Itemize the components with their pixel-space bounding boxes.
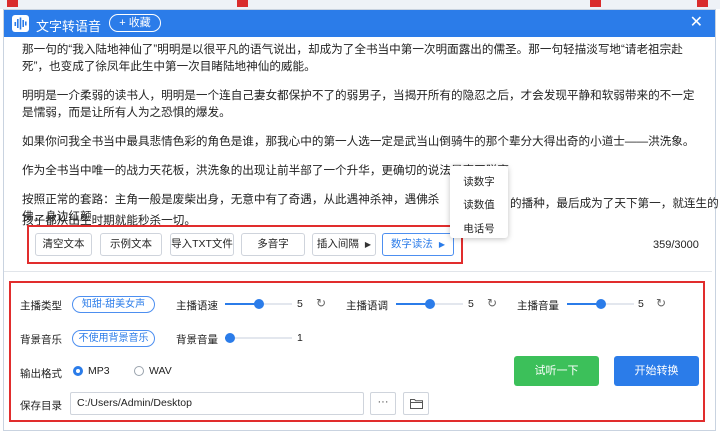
open-folder-button[interactable] (403, 392, 429, 415)
article-paragraph: 作为全书当中唯一的战力天花板，洪洗象的出现让前半部了一个升华，更确切的说法是真正… (22, 164, 509, 177)
article-paragraph-tail-right: 的播种，最后成为了天下第一，就连生的 (510, 197, 719, 210)
anchor-type-label: 主播类型 (20, 300, 62, 312)
menu-item-read-value[interactable]: 读数值 (450, 197, 508, 212)
listen-button[interactable]: 试听一下 (514, 356, 599, 386)
save-dir-input[interactable]: C:/Users/Admin/Desktop (70, 392, 364, 415)
more-icon: ··· (377, 396, 389, 408)
speed-value: 5 (297, 298, 303, 310)
number-reading-button[interactable]: 数字读法 ▶ (382, 233, 454, 256)
polyphone-button[interactable]: 多音字 (241, 233, 305, 256)
divider (4, 271, 712, 272)
bgm-volume-slider[interactable] (225, 331, 292, 345)
insert-pause-button[interactable]: 插入间隔 ▶ (312, 233, 376, 256)
volume-slider[interactable] (567, 297, 634, 311)
bgm-chip[interactable]: 不使用背景音乐 (72, 330, 155, 347)
background-icon (7, 0, 18, 7)
background-page-strip (0, 0, 720, 9)
article-paragraph: 明明是一介柔弱的读书人，明明是一个连自己妻女都保护不了的弱男子，当揭开所有的隐忍… (22, 89, 695, 119)
article-paragraph: 如果你问我全书当中最具悲情色彩的角色是谁，那我心中的第一人选一定是武当山倒骑牛的… (22, 135, 695, 148)
format-label: 输出格式 (20, 368, 62, 380)
speed-label: 主播语速 (176, 300, 218, 312)
volume-value: 5 (638, 298, 644, 310)
background-icon (590, 0, 601, 7)
triangle-right-icon: ▶ (438, 240, 446, 249)
favorite-button[interactable]: + 收藏 (109, 14, 161, 32)
audio-wave-icon (12, 15, 29, 32)
anchor-type-chip[interactable]: 知甜-甜美女声 (72, 296, 155, 313)
mp3-radio[interactable] (73, 366, 83, 376)
number-reading-label: 数字读法 (390, 238, 433, 250)
wav-radio[interactable] (134, 366, 144, 376)
volume-label: 主播音量 (517, 300, 559, 312)
browse-button[interactable]: ··· (370, 392, 396, 415)
folder-icon (410, 399, 423, 409)
background-icon (697, 0, 708, 7)
bgm-volume-label: 背景音量 (176, 334, 218, 346)
save-dir-label: 保存目录 (20, 400, 62, 412)
pitch-label: 主播语调 (346, 300, 388, 312)
sample-text-button[interactable]: 示例文本 (100, 233, 162, 256)
start-convert-button[interactable]: 开始转换 (614, 356, 699, 386)
reset-icon[interactable]: ↻ (487, 296, 497, 310)
speed-slider[interactable] (225, 297, 292, 311)
title-bar: 文字转语音 + 收藏 ✕ (4, 10, 715, 37)
triangle-right-icon: ▶ (364, 240, 372, 249)
reset-icon[interactable]: ↻ (316, 296, 326, 310)
import-txt-button[interactable]: 导入TXT文件 (170, 233, 234, 256)
menu-item-phone[interactable]: 电话号 (450, 221, 508, 236)
article-paragraph: 那一句的“我入陆地神仙了”明明是以很平凡的语气说出，却成为了全书当中第一次明面露… (22, 43, 683, 73)
insert-pause-label: 插入间隔 (316, 238, 359, 250)
bgm-volume-value: 1 (297, 332, 303, 344)
wav-label: WAV (149, 365, 172, 377)
bgm-label: 背景音乐 (20, 334, 62, 346)
background-icon (237, 0, 248, 7)
reset-icon[interactable]: ↻ (656, 296, 666, 310)
close-icon[interactable]: ✕ (690, 14, 703, 32)
menu-item-read-digits[interactable]: 读数字 (450, 174, 508, 189)
clear-text-button[interactable]: 清空文本 (35, 233, 92, 256)
app-title: 文字转语音 (36, 19, 102, 34)
char-counter: 359/3000 (653, 239, 699, 251)
number-reading-menu: 读数字 读数值 电话号 (450, 166, 508, 238)
pitch-value: 5 (468, 298, 474, 310)
pitch-slider[interactable] (396, 297, 463, 311)
mp3-label: MP3 (88, 365, 110, 377)
